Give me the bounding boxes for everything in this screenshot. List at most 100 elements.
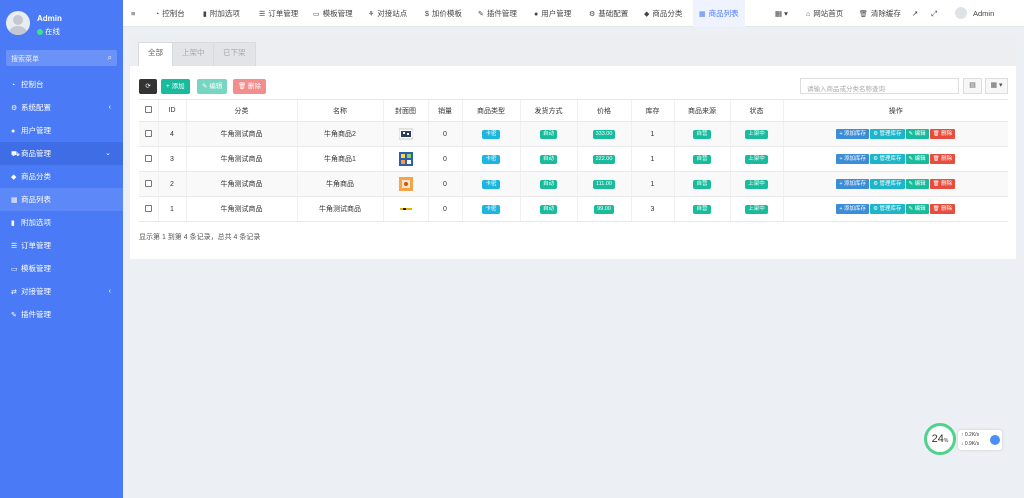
add-stock-button[interactable]: + 添加库存 bbox=[836, 179, 870, 189]
refresh-button[interactable]: ⟳ bbox=[139, 79, 157, 94]
tab-all[interactable]: 全部 bbox=[138, 42, 173, 66]
list-icon: ▦ bbox=[11, 197, 18, 204]
site-home-link[interactable]: ⌂ 网站首页 bbox=[806, 0, 843, 27]
type-badge: 卡密 bbox=[482, 154, 500, 164]
tab-product-categories[interactable]: ◆ 商品分类 bbox=[644, 0, 682, 27]
cell-status: 上架中 bbox=[729, 196, 783, 222]
status-badge[interactable]: 上架中 bbox=[745, 179, 768, 189]
table-row[interactable]: 1 牛角测试商品 牛角测试商品 0 卡密 自动 99.00 3 自营 上架中 + 添加库存 ⚙ 管理库… bbox=[139, 196, 1008, 222]
tab-users[interactable]: ● 用户管理 bbox=[534, 0, 571, 27]
cell-cover[interactable] bbox=[382, 196, 428, 222]
col-type[interactable]: 商品类型 bbox=[461, 99, 520, 122]
status-badge[interactable]: 上架中 bbox=[745, 129, 768, 139]
tab-plugins[interactable]: ✎ 插件管理 bbox=[478, 0, 517, 27]
tab-label: 插件管理 bbox=[486, 9, 517, 18]
row-checkbox-cell bbox=[139, 146, 158, 172]
sidebar-item-plugins[interactable]: ✎ 插件管理 bbox=[0, 303, 123, 326]
cell-cover[interactable] bbox=[382, 121, 428, 147]
speed-widget[interactable]: ↑ 0.2K/s ↓ 0.9K/s bbox=[958, 430, 1002, 450]
manage-stock-button[interactable]: ⚙ 管理库存 bbox=[870, 129, 905, 139]
add-stock-button[interactable]: + 添加库存 bbox=[836, 204, 870, 214]
row-delete-button[interactable]: 🗑 删除 bbox=[929, 154, 956, 164]
sidebar-item-templates[interactable]: ▭ 模板管理 bbox=[0, 257, 123, 280]
sidebar-item-products[interactable]: ⛟商品管理 ⌄ bbox=[0, 142, 123, 165]
col-status[interactable]: 状态 bbox=[729, 99, 783, 122]
add-stock-button[interactable]: + 添加库存 bbox=[836, 154, 870, 164]
tab-sites[interactable]: ⚘ 对接站点 bbox=[368, 0, 407, 27]
select-all-checkbox[interactable] bbox=[144, 106, 152, 113]
tab-on-sale[interactable]: 上架中 bbox=[172, 42, 215, 66]
tab-basic-config[interactable]: ⚙ 基础配置 bbox=[589, 0, 628, 27]
add-stock-button[interactable]: + 添加库存 bbox=[836, 129, 870, 139]
tab-product-list[interactable]: ▦ 商品列表 bbox=[693, 0, 745, 27]
cell-cover[interactable] bbox=[382, 146, 428, 172]
cell-cover[interactable] bbox=[382, 171, 428, 197]
row-edit-button[interactable]: ✎ 编辑 bbox=[905, 179, 929, 189]
manage-stock-button[interactable]: ⚙ 管理库存 bbox=[870, 154, 905, 164]
grid-menu-icon[interactable]: ▦ ▾ bbox=[775, 0, 788, 27]
sidebar-item-system-config[interactable]: ⚙ 系统配置 ‹ bbox=[0, 96, 123, 119]
row-checkbox[interactable] bbox=[144, 204, 152, 212]
sidebar-item-dashboard[interactable]: ◔ 控制台 bbox=[0, 73, 123, 96]
quick-search-input[interactable]: 请输入商品或分类名称查询 bbox=[800, 78, 959, 94]
chevron-left-icon: ‹ bbox=[108, 104, 111, 111]
manage-stock-button[interactable]: ⚙ 管理库存 bbox=[870, 179, 905, 189]
row-delete-button[interactable]: 🗑 删除 bbox=[929, 204, 956, 214]
sidebar-item-product-categories[interactable]: ◆ 商品分类 bbox=[0, 165, 123, 188]
user-menu[interactable]: Admin bbox=[955, 0, 994, 27]
tab-dashboard[interactable]: ◔ 控制台 bbox=[155, 0, 185, 27]
cell-actions: + 添加库存 ⚙ 管理库存 ✎ 编辑 🗑 删除 bbox=[782, 146, 1008, 172]
cell-sales: 0 bbox=[427, 196, 462, 222]
menu-search-input[interactable]: 搜索菜单 ⌕ bbox=[6, 50, 117, 66]
row-delete-button[interactable]: 🗑 删除 bbox=[929, 179, 956, 189]
col-delivery[interactable]: 发货方式 bbox=[519, 99, 577, 122]
tab-templates[interactable]: ▭ 模板管理 bbox=[313, 0, 353, 27]
sidebar-item-users[interactable]: ● 用户管理 bbox=[0, 119, 123, 142]
table-row[interactable]: 4 牛角测试商品 牛角商品2 0 卡密 自动 333.00 1 自营 上架中 + 添加库存 ⚙ 管理库… bbox=[139, 121, 1008, 147]
row-checkbox[interactable] bbox=[144, 154, 152, 162]
col-source[interactable]: 商品来源 bbox=[673, 99, 730, 122]
fullscreen-icon[interactable]: ⤢ bbox=[931, 0, 937, 27]
row-edit-button[interactable]: ✎ 编辑 bbox=[905, 129, 929, 139]
col-cover[interactable]: 封面图 bbox=[382, 99, 428, 122]
edit-button[interactable]: ✎ 编辑 bbox=[197, 79, 228, 94]
search-icon[interactable]: ⌕ bbox=[108, 53, 112, 63]
table-row[interactable]: 3 牛角测试商品 牛角商品1 0 卡密 自动 222.00 1 自营 上架中 + 添加库存 ⚙ 管理库… bbox=[139, 146, 1008, 172]
speed-ring[interactable]: 24% bbox=[924, 423, 956, 455]
cell-type: 卡密 bbox=[461, 171, 520, 197]
columns-toggle-icon[interactable]: ▤ bbox=[963, 78, 982, 94]
external-link-icon[interactable]: ↗ bbox=[912, 0, 918, 27]
status-badge[interactable]: 上架中 bbox=[745, 204, 768, 214]
tab-off-sale[interactable]: 已下架 bbox=[213, 42, 256, 66]
col-category[interactable]: 分类 bbox=[185, 99, 297, 122]
col-stock[interactable]: 库存 bbox=[630, 99, 674, 122]
row-delete-button[interactable]: 🗑 删除 bbox=[929, 129, 956, 139]
avatar[interactable] bbox=[6, 11, 30, 35]
tab-extra-options[interactable]: ▮ 附加选项 bbox=[203, 0, 240, 27]
manage-stock-button[interactable]: ⚙ 管理库存 bbox=[870, 204, 905, 214]
delete-button[interactable]: 🗑 删除 bbox=[233, 79, 267, 94]
cell-actions: + 添加库存 ⚙ 管理库存 ✎ 编辑 🗑 删除 bbox=[782, 196, 1008, 222]
row-edit-button[interactable]: ✎ 编辑 bbox=[905, 204, 929, 214]
sidebar-item-integration[interactable]: ⇄ 对接管理 ‹ bbox=[0, 280, 123, 303]
sidebar-item-extra-options[interactable]: ▮ 附加选项 bbox=[0, 211, 123, 234]
col-name[interactable]: 名称 bbox=[296, 99, 383, 122]
sidebar-item-product-list[interactable]: ▦ 商品列表 bbox=[0, 188, 123, 211]
tab-markup-templates[interactable]: $ 加价模板 bbox=[425, 0, 462, 27]
tab-label: 模板管理 bbox=[322, 9, 353, 18]
sidebar-item-orders[interactable]: ☰ 订单管理 bbox=[0, 234, 123, 257]
menu-toggle-icon[interactable]: ≡ bbox=[131, 0, 135, 27]
col-id[interactable]: ID bbox=[157, 99, 186, 122]
select-all-checkbox-cell bbox=[139, 99, 158, 122]
col-sales[interactable]: 销量 bbox=[427, 99, 462, 122]
status-badge[interactable]: 上架中 bbox=[745, 154, 768, 164]
add-button[interactable]: + 添加 bbox=[161, 79, 190, 94]
row-checkbox[interactable] bbox=[144, 129, 152, 137]
clear-cache-link[interactable]: 🗑 清除缓存 bbox=[859, 0, 901, 27]
row-edit-button[interactable]: ✎ 编辑 bbox=[905, 154, 929, 164]
tab-orders[interactable]: ☰ 订单管理 bbox=[259, 0, 298, 27]
table-row[interactable]: 2 牛角测试商品 牛角商品 0 卡密 自动 111.00 1 自营 上架中 + 添加库存 ⚙ 管理库存… bbox=[139, 171, 1008, 197]
col-price[interactable]: 价格 bbox=[576, 99, 631, 122]
row-checkbox[interactable] bbox=[144, 179, 152, 187]
view-menu-icon[interactable]: ▦ ▾ bbox=[985, 78, 1008, 94]
